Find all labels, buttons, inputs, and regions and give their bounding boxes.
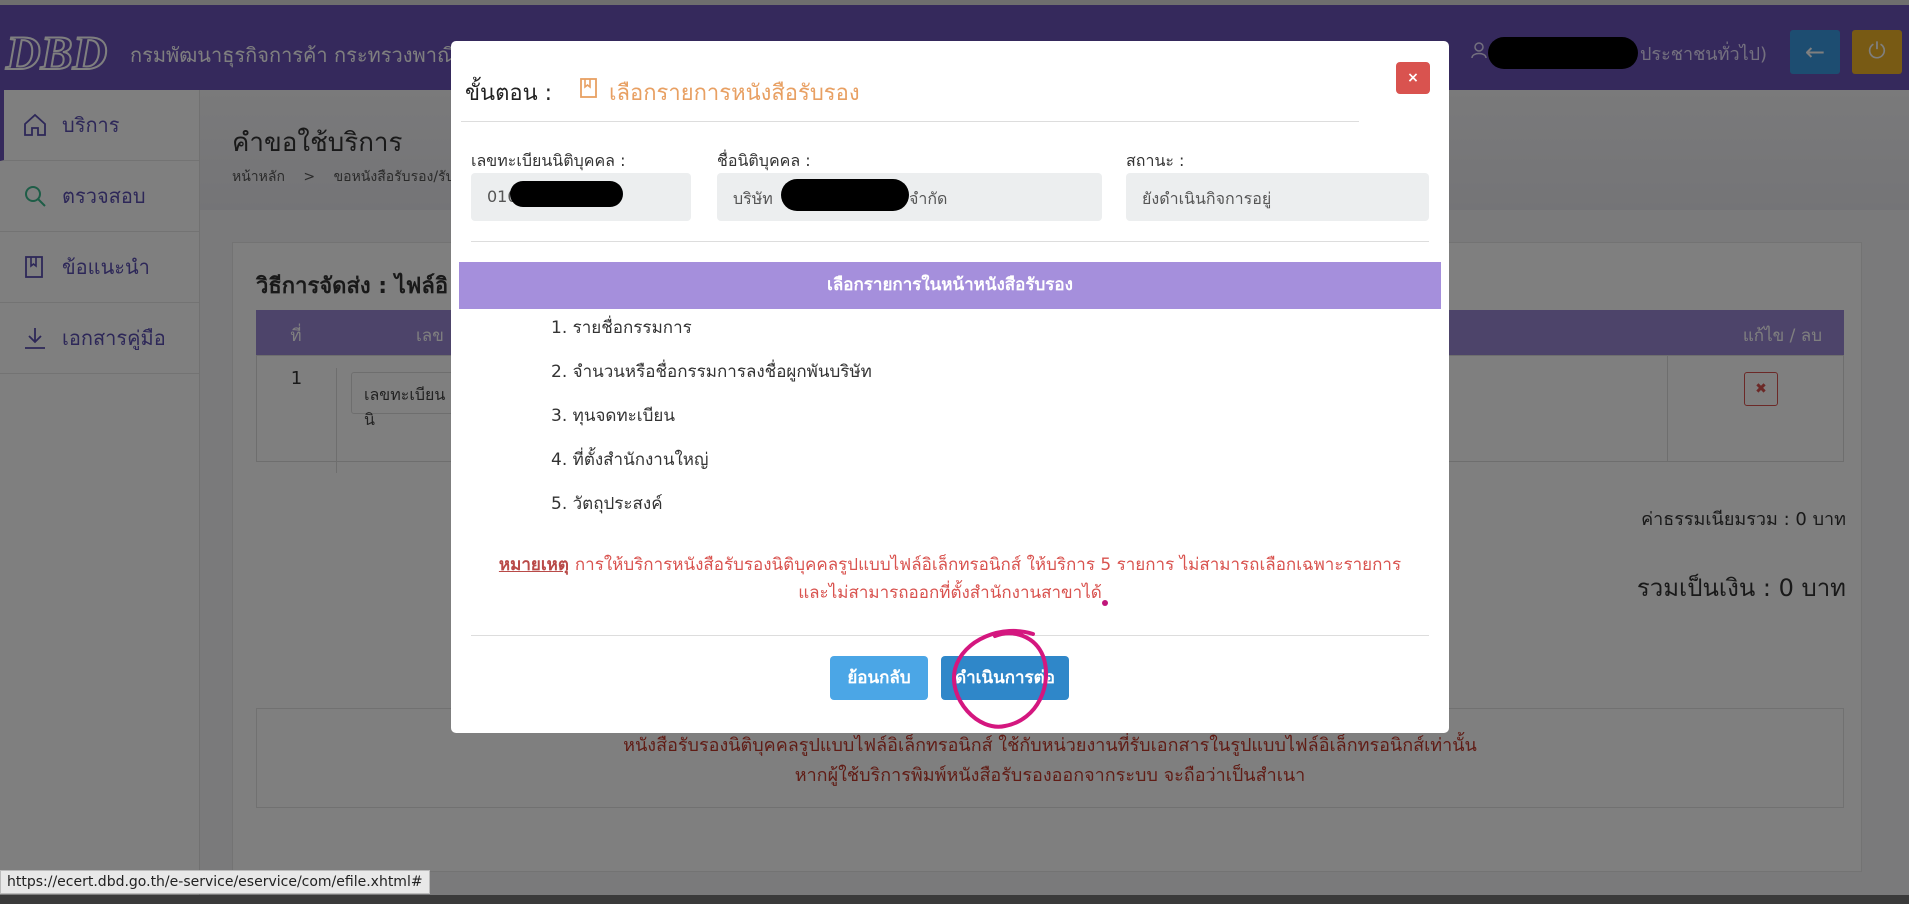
status-bar-url: https://ecert.dbd.go.th/e-service/eservi… [0, 870, 430, 894]
close-button[interactable]: × [1396, 62, 1430, 94]
divider [471, 635, 1429, 636]
continue-button[interactable]: ดำเนินการต่อ [941, 656, 1069, 700]
note-text: หมายเหตุ การให้บริการหนังสือรับรองนิติบุค… [451, 551, 1449, 607]
reg-no-label: เลขทะเบียนนิติบุคคล : [471, 151, 626, 170]
company-name-prefix: บริษัท [733, 189, 773, 208]
list-item: 3. ทุนจดทะเบียน [551, 406, 675, 426]
note-keyword: หมายเหตุ [498, 555, 569, 575]
select-items-banner: เลือกรายการในหน้าหนังสือรับรอง [459, 262, 1441, 309]
divider [471, 241, 1429, 242]
status-value: ยังดำเนินกิจการอยู่ [1142, 189, 1272, 208]
step-label: ขั้นตอน : [465, 81, 553, 106]
list-item: 4. ที่ตั้งสำนักงานใหญ่ [551, 450, 709, 470]
step-title: เลือกรายการหนังสือรับรอง [579, 75, 860, 110]
status-field: ยังดำเนินกิจการอยู่ [1126, 173, 1429, 221]
redacted-company-name [781, 179, 909, 211]
note-line-2: และไม่สามารถออกที่ตั้งสำนักงานสาขาได้ [798, 583, 1102, 603]
certificate-items-list: 1. รายชื่อกรรมการ 2. จำนวนหรือชื่อกรรมกา… [551, 317, 872, 537]
redacted-reg-no [510, 181, 623, 207]
list-item: 2. จำนวนหรือชื่อกรรมการลงชื่อผูกพันบริษั… [551, 362, 872, 382]
company-name-label: ชื่อนิติบุคคล : [717, 151, 811, 170]
list-item: 5. วัตถุประสงค์ [551, 494, 663, 514]
step-title-text: เลือกรายการหนังสือรับรอง [609, 81, 860, 106]
status-label: สถานะ : [1126, 151, 1185, 170]
company-name-suffix: จำกัด [909, 189, 948, 208]
taskbar-strip [0, 895, 1909, 904]
company-name-field: บริษัท จำกัด [717, 173, 1102, 221]
note-line-1: การให้บริการหนังสือรับรองนิติบุคคลรูปแบบ… [574, 555, 1402, 575]
annotation-dot [1102, 600, 1108, 606]
back-button[interactable]: ย้อนกลับ [830, 656, 928, 700]
select-certificate-modal: ขั้นตอน : เลือกรายการหนังสือรับรอง × เลข… [451, 41, 1449, 733]
divider [461, 121, 1359, 122]
close-icon: × [1407, 70, 1419, 86]
list-item: 1. รายชื่อกรรมการ [551, 318, 692, 338]
